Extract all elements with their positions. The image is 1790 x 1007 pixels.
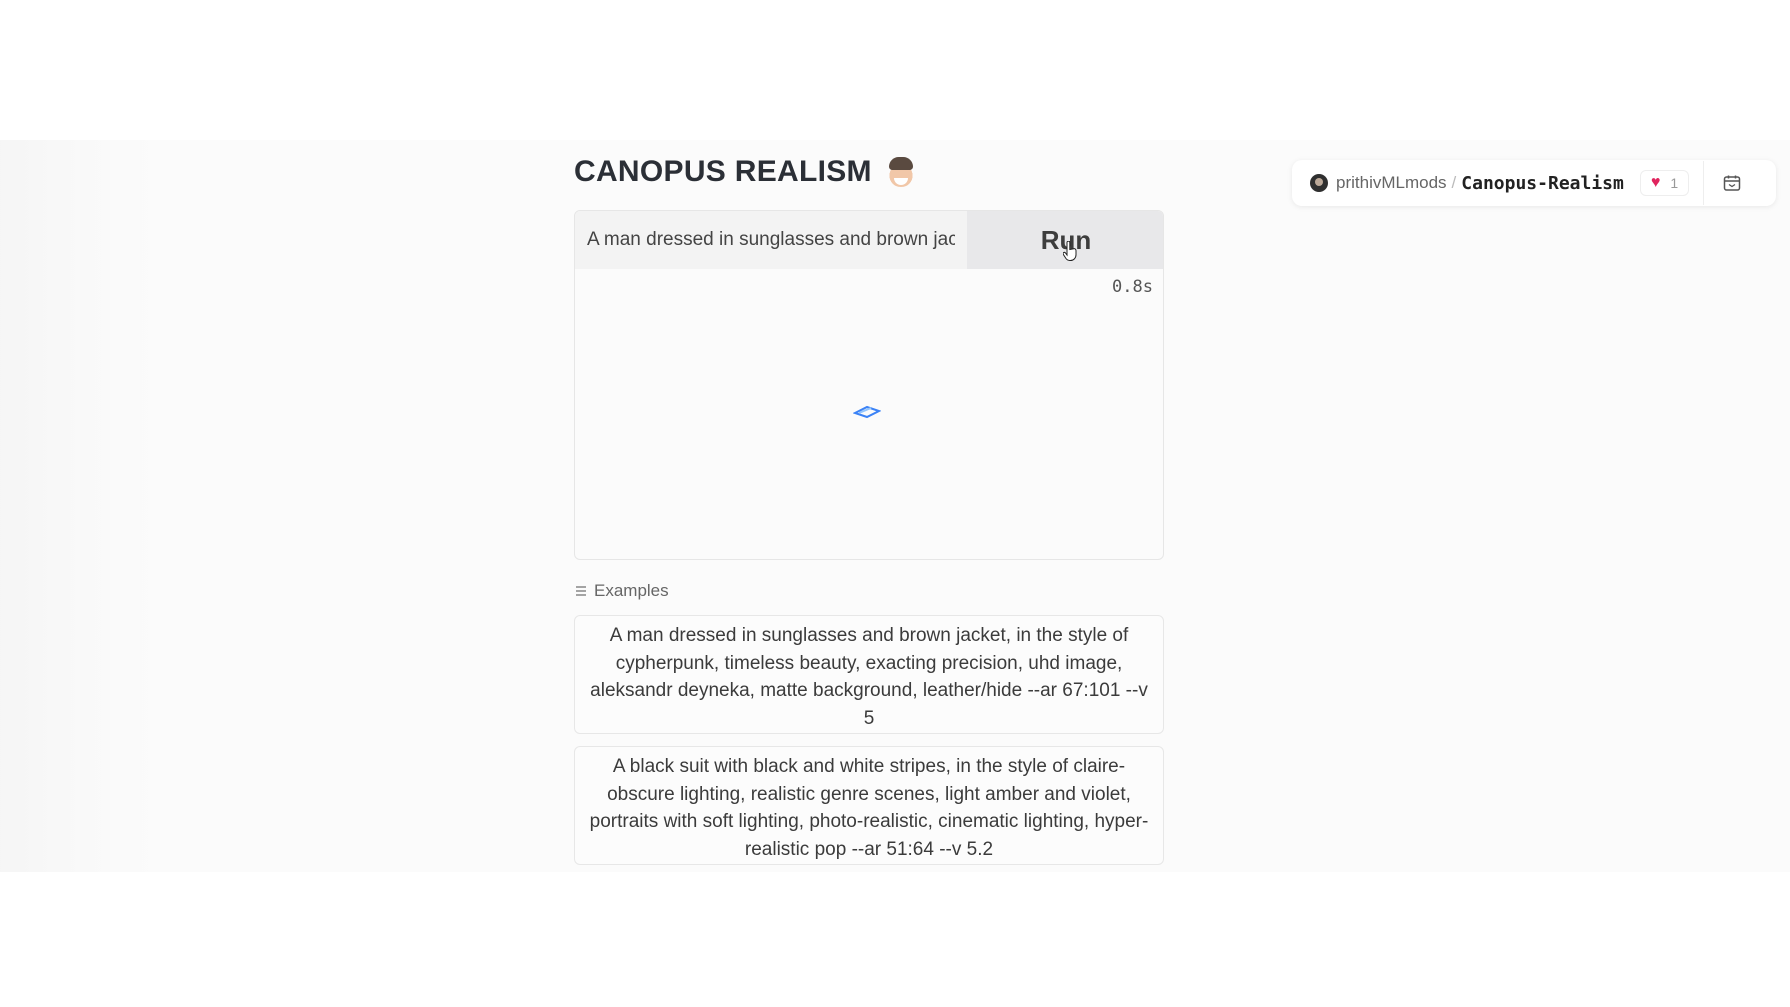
space-name-link[interactable]: Canopus-Realism [1461, 173, 1624, 194]
app-area: CANOPUS REALISM Run 0.8s [0, 140, 1790, 872]
title-row: CANOPUS REALISM [574, 150, 916, 194]
list-icon [576, 586, 586, 596]
owner-avatar [1310, 174, 1328, 192]
prompt-input[interactable] [575, 211, 967, 269]
face-emoji-icon [885, 157, 916, 187]
examples-label: Examples [594, 581, 669, 600]
example-item[interactable]: A man dressed in sunglasses and brown ja… [574, 615, 1164, 734]
like-button[interactable]: ♥ 1 [1639, 170, 1690, 196]
example-item[interactable]: A black suit with black and white stripe… [574, 746, 1164, 865]
loading-spinner-icon [853, 405, 881, 419]
like-count: 1 [1670, 175, 1679, 191]
breadcrumb-separator: / [1451, 173, 1457, 192]
owner-link[interactable]: prithivMLmods [1336, 173, 1447, 193]
header-divider [1703, 161, 1705, 205]
background-fade [0, 140, 160, 872]
examples-header: Examples [574, 580, 669, 602]
generation-panel: Run 0.8s [574, 210, 1164, 560]
run-button[interactable]: Run [967, 211, 1163, 269]
heart-icon: ♥ [1650, 174, 1661, 191]
prompt-row: Run [575, 211, 1163, 269]
hand-cursor-icon [1063, 241, 1077, 261]
calendar-icon[interactable] [1722, 173, 1742, 193]
page-title: CANOPUS REALISM [574, 155, 872, 188]
elapsed-timer: 0.8s [1112, 277, 1153, 297]
space-header: prithivMLmods / Canopus-Realism ♥ 1 [1292, 160, 1776, 206]
